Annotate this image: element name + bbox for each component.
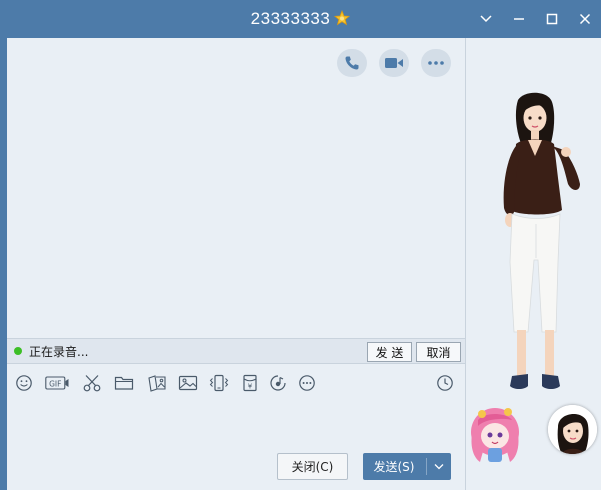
window-controls [469, 0, 601, 38]
chat-window: 23333333 正在录音... 发 送 取消 GIF ¥ 关闭(C) 发送(S… [0, 0, 601, 490]
video-camera-icon[interactable] [379, 49, 409, 77]
chevron-down-icon[interactable] [469, 0, 502, 38]
cancel-recording-button[interactable]: 取消 [416, 342, 461, 362]
red-packet-icon[interactable]: ¥ [240, 373, 260, 393]
avatar[interactable] [548, 405, 597, 454]
input-toolbar: GIF ¥ [7, 365, 465, 401]
music-icon[interactable] [268, 373, 288, 393]
gif-icon[interactable]: GIF [44, 373, 70, 393]
close-button[interactable]: 关闭(C) [277, 453, 348, 480]
more-icon[interactable] [421, 49, 451, 77]
more-circle-icon[interactable] [297, 373, 317, 393]
avatar-image [548, 405, 597, 454]
image-gallery-icon[interactable] [147, 373, 167, 393]
maximize-icon[interactable] [535, 0, 568, 38]
window-left-border [0, 38, 7, 490]
recording-status-dot [14, 347, 22, 355]
message-area[interactable] [7, 38, 465, 338]
send-voice-button[interactable]: 发 送 [367, 342, 412, 362]
shake-icon[interactable] [209, 373, 229, 393]
girl-figure [503, 92, 580, 389]
folder-icon[interactable] [114, 373, 134, 393]
recording-status-text: 正在录音... [29, 345, 89, 359]
send-button-group: 发送(S) [363, 453, 451, 480]
send-button[interactable]: 发送(S) [363, 453, 425, 480]
anime-sticker[interactable] [466, 404, 524, 464]
minimize-icon[interactable] [502, 0, 535, 38]
recording-bar: 正在录音... 发 送 取消 [7, 338, 465, 364]
phone-icon[interactable] [337, 49, 367, 77]
gif-label: GIF [49, 379, 61, 388]
gold-star-icon[interactable] [334, 2, 351, 26]
red-packet-label: ¥ [248, 383, 253, 391]
close-icon[interactable] [568, 0, 601, 38]
picture-icon[interactable] [178, 373, 198, 393]
emoji-icon[interactable] [14, 373, 34, 393]
scissors-icon[interactable] [82, 373, 102, 393]
clock-icon[interactable] [435, 373, 455, 393]
chevron-down-icon[interactable] [427, 453, 451, 480]
window-title: 23333333 [250, 9, 331, 28]
